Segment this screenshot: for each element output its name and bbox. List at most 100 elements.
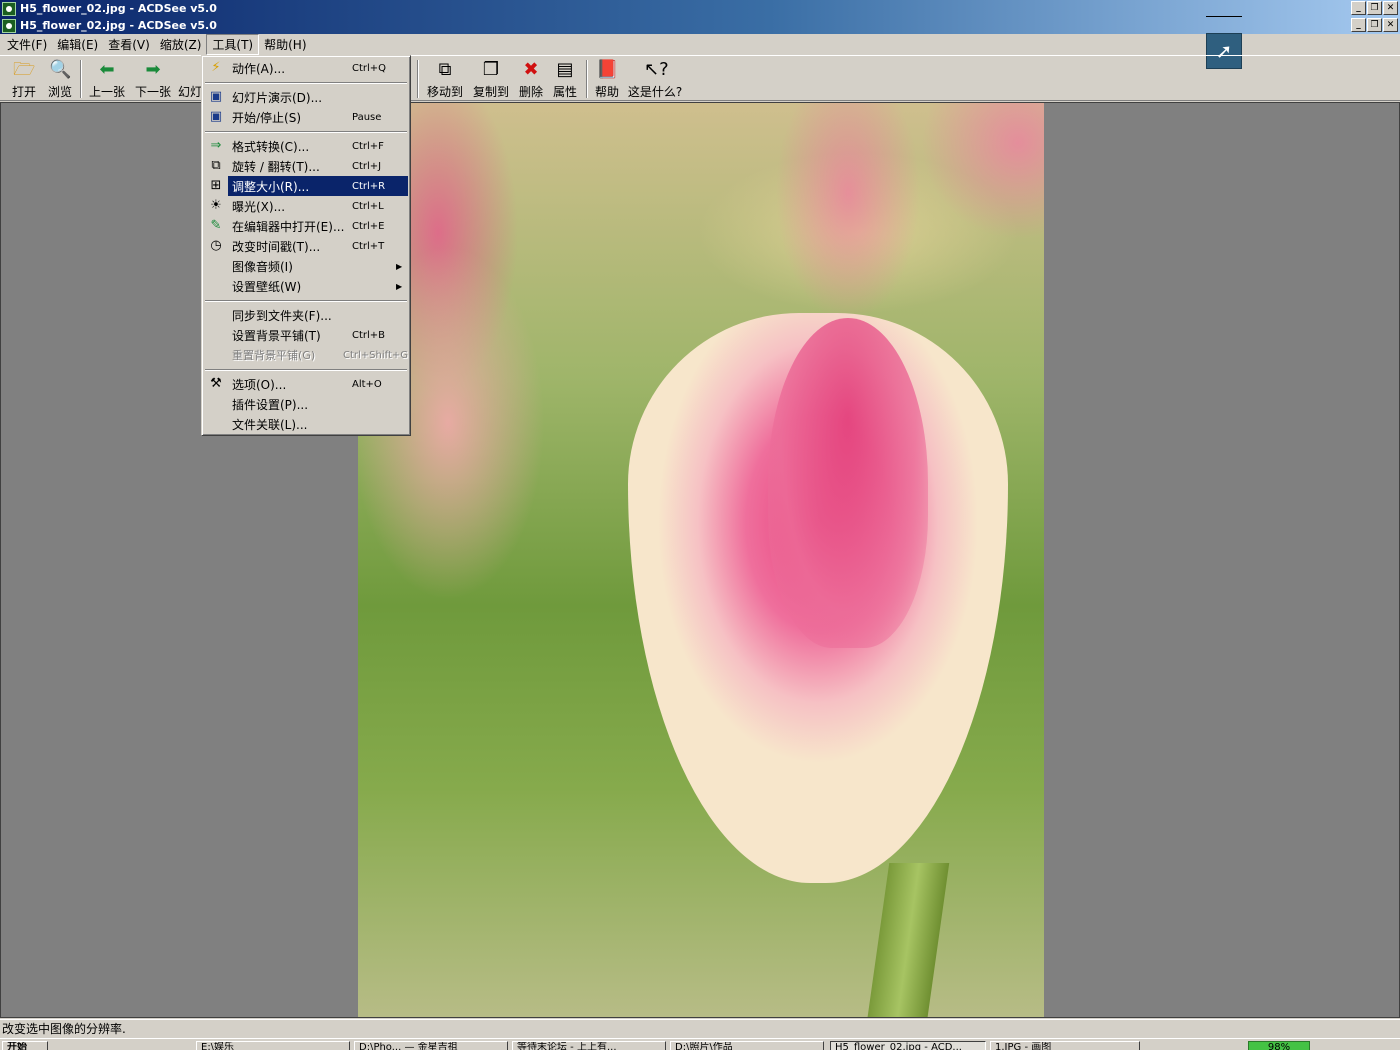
whats-this-button[interactable]: ↖? 这是什么? [626,59,684,101]
delete-button[interactable]: ✖ 删除 [516,59,546,101]
menu-tools[interactable]: 工具(T) [206,34,260,55]
outer-close-button[interactable]: ✕ [1383,1,1398,15]
menu-edit[interactable]: 编辑(E) [52,35,103,54]
tulip-photo[interactable] [358,103,1044,1017]
acdsee-doc-icon [2,18,16,33]
menu-view[interactable]: 查看(V) [103,35,155,54]
book-icon: 📕 [596,59,619,80]
sun-icon: ☀ [210,198,222,213]
open-button[interactable]: 🗁 打开 [8,59,40,101]
slideshow-icon [179,59,201,81]
submenu-arrow-icon: ▶ [396,261,403,271]
toolbar-separator [417,60,419,98]
tulip-stem [866,863,950,1017]
menu-item-open-editor[interactable]: ✎ 在编辑器中打开(E)... Ctrl+E [204,216,408,236]
prev-image-button[interactable]: ⬅ 上一张 [86,59,128,101]
start-button[interactable]: 开始 [2,1041,48,1050]
menu-item-slideshow[interactable]: ▣ 幻灯片演示(D)... [204,87,408,107]
outer-title-bar: H5_flower_02.jpg - ACDSee v5.0 _ ❐ ✕ [0,0,1400,17]
menu-item-image-audio[interactable]: 图像音频(I) ▶ [204,256,408,276]
inner-title-bar: H5_flower_02.jpg - ACDSee v5.0 _ ❐ ✕ [0,17,1400,34]
inner-close-button[interactable]: ✕ [1383,18,1398,32]
folder-open-icon: 🗁 [13,59,36,80]
menu-item-start-stop[interactable]: ▣ 开始/停止(S) Pause [204,107,408,127]
prev-label: 上一张 [88,85,125,99]
taskbar-item-acdsee[interactable]: H5_flower_02.jpg - ACD... [830,1041,986,1050]
menu-item-exposure[interactable]: ☀ 曝光(X)... Ctrl+L [204,196,408,216]
outer-window-controls: _ ❐ ✕ [1351,1,1398,15]
arrow-right-icon: ➡ [145,59,161,80]
start-stop-icon: ▣ [209,109,223,124]
rotate-icon: ⧉ [211,158,221,173]
menu-separator [204,365,408,374]
open-label: 打开 [11,85,36,99]
taskbar-item-photos[interactable]: D:\照片\作品 [670,1041,824,1050]
blank-icon [206,395,226,413]
properties-label: 属性 [552,85,577,99]
outer-restore-button[interactable]: ❐ [1367,1,1382,15]
red-x-icon: ✖ [523,59,539,80]
lightning-icon: ⚡ [211,60,221,75]
editor-brush-icon: ✎ [210,218,222,233]
menu-item-timestamp[interactable]: ◷ 改变时间戳(T)... Ctrl+T [204,236,408,256]
acdsee-app-icon [2,1,16,16]
move-to-label: 移动到 [426,85,463,99]
menu-item-reset-tile: 重置背景平铺(G) Ctrl+Shift+G [204,345,408,365]
taskbar-item-e-drive[interactable]: E:\娱乐 [196,1041,350,1050]
blank-icon [206,277,226,295]
menu-item-actions[interactable]: ⚡ 动作(A)... Ctrl+Q [204,58,408,78]
inner-restore-button[interactable]: ❐ [1367,18,1382,32]
clock-icon: ◷ [210,238,222,253]
inner-minimize-button[interactable]: _ [1351,18,1366,32]
menu-item-rotate[interactable]: ⧉ 旋转 / 翻转(T)... Ctrl+J [204,156,408,176]
browse-folder-icon: 🔍 [49,59,72,80]
help-button[interactable]: 📕 帮助 [592,59,622,101]
menu-separator [204,296,408,305]
blank-icon [206,306,226,324]
arrow-left-icon: ⬅ [99,59,115,80]
taskbar-item-photo[interactable]: D:\Pho... — 金星吉祖 [354,1041,508,1050]
tulip-petal-fold [768,318,928,648]
menu-zoom[interactable]: 缩放(Z) [155,35,207,54]
convert-icon: ⇒ [210,138,222,153]
menu-item-plugins[interactable]: 插件设置(P)... [204,394,408,414]
status-bar: 改变选中图像的分辨率. [0,1019,1400,1037]
menu-item-wallpaper[interactable]: 设置壁纸(W) ▶ [204,276,408,296]
slideshow-button[interactable]: 幻灯 [178,59,202,101]
inner-window-controls: _ ❐ ✕ [1351,18,1398,32]
menu-item-resize[interactable]: ⊞ 调整大小(R)... Ctrl+R [204,176,408,196]
move-to-button[interactable]: ⧉ 移动到 [424,59,466,101]
menu-item-options[interactable]: ⚒ 选项(O)... Alt+O [204,374,408,394]
slideshow-label: 幻灯 [178,85,202,99]
menu-item-file-assoc[interactable]: 文件关联(L)... [204,414,408,434]
menu-item-set-tile[interactable]: 设置背景平铺(T) Ctrl+B [204,325,408,345]
blank-icon [206,257,226,275]
resize-icon: ⊞ [210,178,222,193]
next-image-button[interactable]: ➡ 下一张 [132,59,174,101]
menu-separator [204,78,408,87]
properties-icon: ▤ [556,59,574,80]
taskbar-item-paint[interactable]: 1.JPG - 画图 [990,1041,1140,1050]
blank-icon [206,415,226,433]
menu-item-convert[interactable]: ⇒ 格式转换(C)... Ctrl+F [204,136,408,156]
copy-to-button[interactable]: ❐ 复制到 [470,59,512,101]
menu-file[interactable]: 文件(F) [2,35,52,54]
copy-to-icon: ❐ [482,59,500,80]
taskbar-item-forum[interactable]: 等待末论坛 - 上上有... [512,1041,666,1050]
windows-taskbar: 开始 E:\娱乐 D:\Pho... — 金星吉祖 等待末论坛 - 上上有...… [0,1038,1400,1050]
tray-battery-indicator[interactable]: 98% [1248,1041,1310,1050]
menu-separator [204,127,408,136]
inner-window-title: H5_flower_02.jpg - ACDSee v5.0 [20,19,217,32]
outer-minimize-button[interactable]: _ [1351,1,1366,15]
blank-icon [206,326,226,344]
menu-item-sync-folder[interactable]: 同步到文件夹(F)... [204,305,408,325]
copy-to-label: 复制到 [472,85,509,99]
whats-this-icon: ↖? [644,59,669,80]
browse-button[interactable]: 🔍 浏览 [44,59,76,101]
menu-help[interactable]: 帮助(H) [259,35,311,54]
properties-button[interactable]: ▤ 属性 [550,59,580,101]
whats-this-label: 这是什么? [627,85,683,99]
next-label: 下一张 [134,85,171,99]
toolbar-separator [586,60,588,98]
status-text: 改变选中图像的分辨率. [2,1022,126,1036]
